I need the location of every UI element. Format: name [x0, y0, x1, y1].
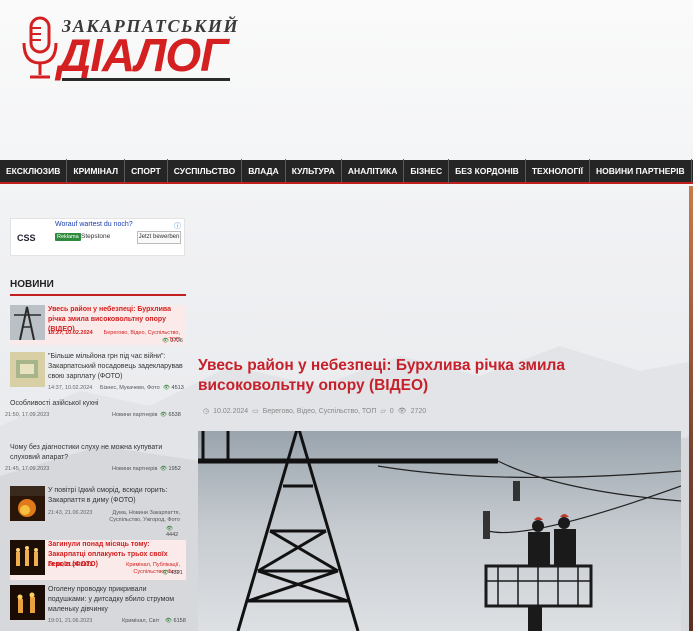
microphone-icon — [22, 16, 58, 79]
news-item[interactable]: Загинули понад місяць тому: Закарпатці о… — [10, 540, 186, 580]
news-item[interactable]: Оголену проводку прикривали подушками: у… — [10, 585, 186, 631]
news-categories[interactable]: Новини партнерів — [112, 466, 157, 473]
news-categories[interactable]: Кримінал, Світ — [122, 618, 159, 625]
news-views: 👁 4442 — [166, 526, 186, 538]
article-date: 10.02.2024 — [213, 407, 249, 415]
news-views: 👁 6538 — [160, 412, 181, 418]
ad-badge: Reklama — [55, 233, 81, 241]
news-views: 👁 6158 — [165, 618, 186, 624]
news-item[interactable]: Увесь район у небезпеці: Бурхлива річка … — [10, 305, 186, 345]
eye-icon: 👁 — [160, 412, 167, 418]
folder-icon: ▭ — [252, 408, 259, 415]
news-views: 👁 2726 — [162, 338, 183, 344]
news-thumbnail[interactable] — [10, 305, 45, 340]
news-item[interactable]: "Більше мільйона грн під час війни": Зак… — [10, 352, 186, 394]
sidebar-heading: НОВИНИ — [10, 279, 54, 290]
eye-icon: 👁 — [165, 618, 172, 624]
article-categories[interactable]: Берегово, Відео, Суспільство, ТОП — [263, 408, 377, 415]
article-title: Увесь район у небезпеці: Бурхлива річка … — [198, 357, 565, 394]
news-time: 21:43, 21.06.2023 — [48, 510, 93, 516]
news-categories[interactable]: Дума, Новини Закарпаття, Суспільство, Уж… — [92, 510, 180, 524]
news-item[interactable]: Чому без діагностики слуху не можна купу… — [10, 443, 186, 463]
nav-item-exclusive[interactable]: ЕКСКЛЮЗИВ — [0, 159, 68, 183]
nav-item-borderless[interactable]: БЕЗ КОРДОНІВ — [449, 159, 526, 183]
clock-icon: ◷ — [203, 408, 210, 415]
views-count: 6538 — [168, 412, 181, 418]
nav-item-technology[interactable]: ТЕХНОЛОГІЇ — [526, 159, 590, 183]
ad-logo: CSS — [17, 233, 36, 243]
news-time: 14:37, 10.02.2024 — [48, 385, 93, 391]
news-views: 👁 1952 — [160, 466, 181, 472]
news-views: 👁 4513 — [163, 385, 184, 391]
logo-underline — [62, 78, 230, 81]
nav-item-society[interactable]: СУСПІЛЬСТВО — [168, 159, 243, 183]
ad-banner[interactable]: CSS Worauf wartest du noch? ⓘ Reklama St… — [10, 218, 185, 256]
sidebar-heading-underline — [10, 294, 186, 296]
eye-icon: 👁 — [163, 385, 170, 391]
logo-main-text: ДІАЛОГ — [58, 29, 228, 81]
ad-title[interactable]: Worauf wartest du noch? — [55, 221, 133, 228]
article-comments[interactable]: 0 — [390, 408, 394, 415]
views-count: 2726 — [170, 338, 183, 344]
news-time: 20:18, 21.06.2023 — [48, 562, 93, 568]
ad-cta-button[interactable]: Jetzt bewerben — [137, 231, 181, 244]
news-title[interactable]: У повітрі їдкий сморід, всюди горить: За… — [48, 486, 186, 506]
eye-icon: 👁 — [160, 466, 167, 472]
views-count: 4442 — [166, 532, 179, 538]
news-categories[interactable]: Бізнес, Мукачево, Фото — [100, 385, 160, 392]
article-hero-image[interactable] — [198, 431, 681, 631]
news-thumbnail[interactable] — [10, 352, 45, 387]
news-thumbnail[interactable] — [10, 540, 45, 575]
ad-brand: Stepstone — [81, 233, 111, 240]
comment-icon: ▱ — [380, 408, 386, 415]
news-views: 👁 4321 — [162, 570, 183, 576]
views-count: 1952 — [168, 466, 181, 472]
news-thumbnail[interactable] — [10, 585, 45, 620]
news-time: 19:01, 21.06.2023 — [48, 618, 93, 624]
nav-item-sport[interactable]: СПОРТ — [125, 159, 168, 183]
site-logo[interactable]: ЗАКАРПАТСЬКИЙ ДІАЛОГ — [18, 12, 238, 84]
eye-icon: 👁 — [162, 570, 169, 576]
news-time: 21:50, 17.09.2023 — [5, 412, 50, 418]
article-views: 2720 — [410, 407, 427, 415]
info-icon[interactable]: ⓘ — [174, 221, 181, 231]
views-count: 6158 — [173, 618, 186, 624]
nav-item-government[interactable]: ВЛАДА — [242, 159, 286, 183]
views-count: 4321 — [170, 570, 183, 576]
nav-item-business[interactable]: БІЗНЕС — [404, 159, 450, 183]
eye-icon: 👁 — [397, 408, 407, 415]
nav-item-analytics[interactable]: АНАЛІТИКА — [342, 159, 405, 183]
main-nav: ЕКСКЛЮЗИВ КРИМІНАЛ СПОРТ СУСПІЛЬСТВО ВЛА… — [0, 159, 693, 184]
news-time: 21:45, 17.09.2023 — [5, 466, 50, 472]
news-item[interactable]: У повітрі їдкий сморід, всюди горить: За… — [10, 486, 186, 538]
nav-item-culture[interactable]: КУЛЬТУРА — [286, 159, 342, 183]
views-count: 4513 — [171, 385, 184, 391]
eye-icon: 👁 — [162, 338, 169, 344]
news-thumbnail[interactable] — [10, 486, 45, 521]
news-categories[interactable]: Новини партнерів — [112, 412, 157, 419]
nav-item-partner-news[interactable]: НОВИНИ ПАРТНЕРІВ — [590, 159, 692, 183]
news-title[interactable]: "Більше мільйона грн під час війни": Зак… — [48, 352, 186, 382]
news-title[interactable]: Оголену проводку прикривали подушками: у… — [48, 585, 186, 615]
site-header: ЗАКАРПАТСЬКИЙ ДІАЛОГ — [0, 0, 693, 160]
page-edge-decoration — [689, 186, 693, 631]
news-title[interactable]: Чому без діагностики слуху не можна купу… — [10, 443, 186, 463]
news-title[interactable]: Особливості азійської кухні — [10, 399, 186, 409]
news-time: 18:27, 10.02.2024 — [48, 330, 93, 336]
article-meta: ◷ 10.02.2024 ▭ Берегово, Відео, Суспільс… — [203, 407, 427, 416]
nav-item-crime[interactable]: КРИМІНАЛ — [67, 159, 126, 183]
